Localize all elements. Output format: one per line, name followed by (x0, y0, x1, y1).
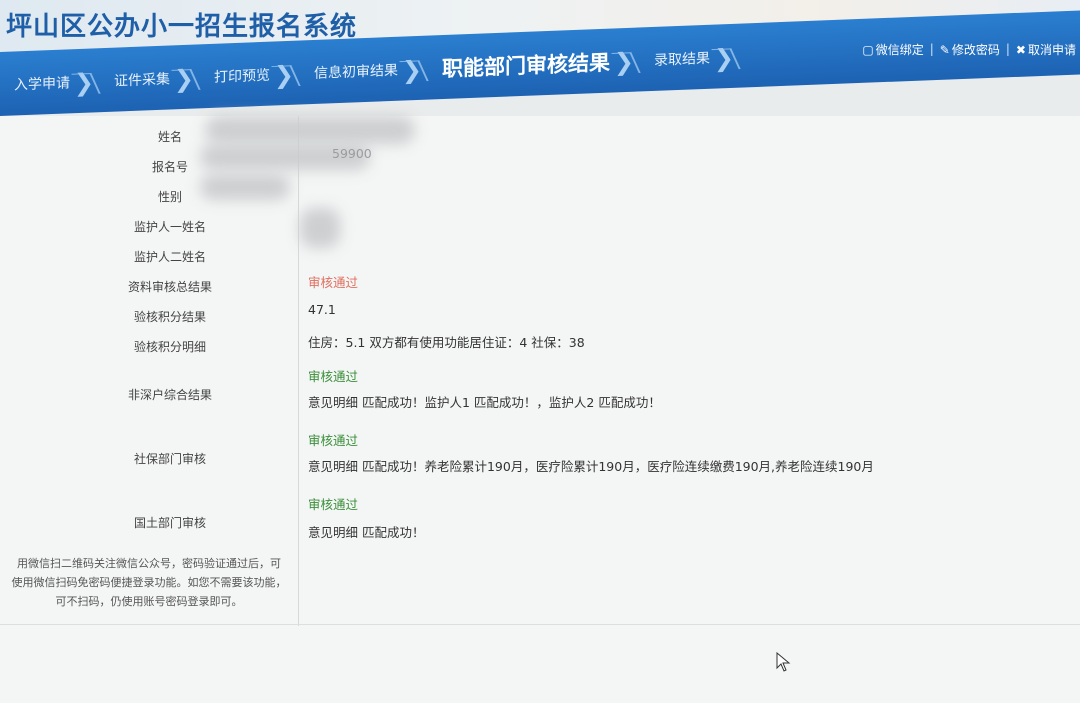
label-guardian1: 监护人一姓名 (133, 220, 206, 234)
wechat-bind-link[interactable]: ▢ 微信绑定 (862, 41, 923, 58)
non-sz-detail: 意见明细 匹配成功！监护人1 匹配成功！，监护人2 匹配成功！ (308, 395, 661, 410)
label-points-detail: 验核积分明细 (133, 340, 206, 354)
divider: | (929, 42, 934, 56)
system-title: 坪山区公办小一招生报名系统 (6, 12, 358, 42)
chevron-right-icon: ❯ (173, 64, 194, 94)
value-column: 59900 审核通过 47.1 住房：5.1 双方都有使用功能居住证：4 社保：… (308, 116, 1068, 636)
step-admission-result[interactable]: 录取结果 ❯ (636, 38, 736, 82)
label-material-result: 资料审核总结果 (127, 280, 212, 294)
ss-detail: 意见明细 匹配成功！养老险累计190月，医疗险累计190月，医疗险连续缴费190… (308, 459, 874, 474)
cancel-application-link[interactable]: ✖ 取消申请 (1016, 41, 1076, 58)
x-icon: ✖ (1015, 42, 1026, 57)
chevron-right-icon: ❯ (613, 47, 634, 77)
step-department-review-result[interactable]: 职能部门审核结果 ❯ (424, 42, 636, 90)
label-non-sz-result: 非深户综合结果 (127, 388, 212, 402)
divider: | (1005, 42, 1010, 56)
label-social-security: 社保部门审核 (133, 452, 206, 466)
redacted-gender (200, 174, 290, 200)
wechat-login-note: 用微信扫二维码关注微信公众号，密码验证通过后，可 使用微信扫码免密码便捷登录功能… (11, 557, 287, 608)
reg-no-value: 59900 (332, 146, 372, 161)
chevron-right-icon: ❯ (273, 60, 294, 90)
step-enrollment-application[interactable]: 入学申请 ❯ (0, 62, 96, 106)
pencil-icon: ✎ (939, 42, 950, 57)
points-result-value: 47.1 (308, 302, 336, 317)
step-print-preview[interactable]: 打印预览 ❯ (196, 55, 296, 99)
label-points-result: 验核积分结果 (133, 310, 206, 324)
step-list: 入学申请 ❯ 证件采集 ❯ 打印预览 ❯ 信息初审结果 ❯ 职能部门审核结果 ❯ 录取结果… (0, 38, 736, 106)
window-icon: ▢ (862, 42, 874, 57)
change-password-link[interactable]: ✎ 修改密码 (940, 41, 1000, 58)
chevron-right-icon: ❯ (713, 43, 734, 73)
label-land-dept: 国土部门审核 (133, 516, 206, 530)
chevron-right-icon: ❯ (401, 55, 422, 85)
land-detail: 意见明细 匹配成功！ (308, 525, 425, 540)
step-initial-review-result[interactable]: 信息初审结果 ❯ (296, 50, 424, 95)
non-sz-status: 审核通过 (308, 369, 359, 384)
points-detail-value: 住房：5.1 双方都有使用功能居住证：4 社保：38 (308, 335, 585, 350)
ss-status: 审核通过 (308, 433, 359, 448)
land-status: 审核通过 (308, 497, 359, 512)
step-document-capture[interactable]: 证件采集 ❯ (96, 58, 196, 102)
review-content: 姓名 报名号 性别 监护人一姓名 监护人二姓名 资料审核总结果 验核积分结果 验… (0, 116, 1080, 703)
label-guardian2: 监护人二姓名 (133, 250, 206, 264)
divider (0, 624, 1080, 625)
top-links: ▢ 微信绑定 | ✎ 修改密码 | ✖ 取消申请 (862, 40, 1076, 58)
material-result-value: 审核通过 (308, 275, 359, 290)
mouse-cursor-icon (776, 652, 791, 672)
chevron-right-icon: ❯ (73, 68, 94, 98)
